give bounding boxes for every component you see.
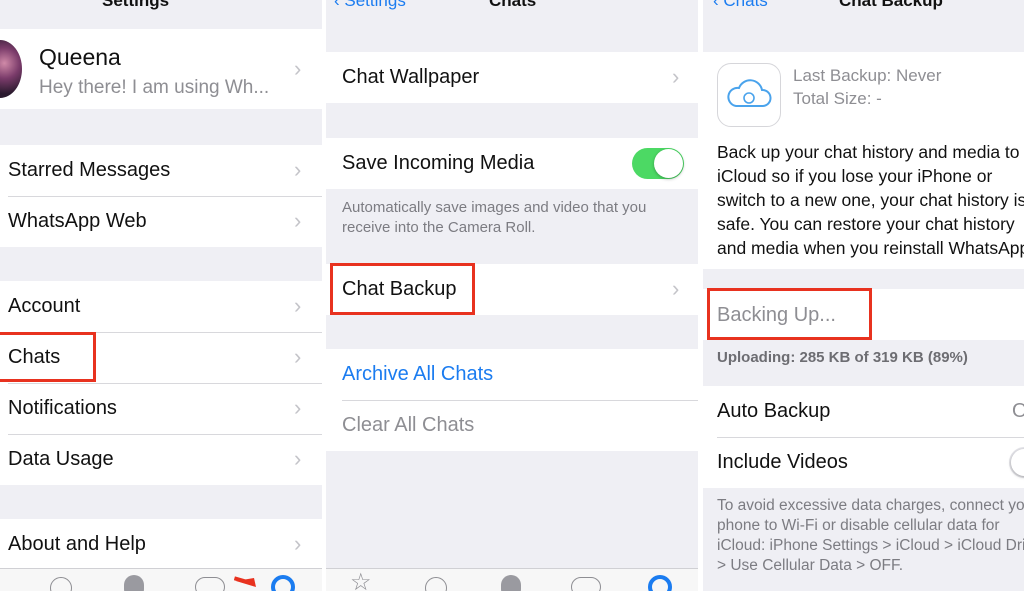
chevron-right-icon: › [294, 293, 302, 318]
chevron-right-icon: › [294, 56, 302, 81]
back-button[interactable]: ‹ Settings [334, 0, 406, 11]
settings-panel: Settings Queena Hey there! I am using Wh… [0, 0, 322, 591]
list-item-label: Notifications [8, 397, 117, 419]
icloud-icon [717, 63, 781, 127]
backup-info-card: Last Backup: Never Total Size: - Back up… [703, 52, 1024, 269]
list-item-label: About and Help [8, 533, 146, 555]
last-backup-label: Last Backup: Never [793, 66, 942, 85]
clock-icon[interactable] [425, 577, 447, 591]
chevron-right-icon: › [294, 157, 302, 182]
tab-bar: ☆ [326, 568, 698, 591]
list-item-label: Save Incoming Media [342, 152, 535, 174]
list-item-about-and-help[interactable]: About and Help › [0, 519, 322, 569]
chevron-right-icon: › [294, 344, 302, 369]
list-item-label: Account [8, 295, 81, 317]
chevron-right-icon: › [294, 446, 302, 471]
chevron-left-icon: ‹ [713, 0, 724, 10]
chevron-right-icon: › [294, 531, 302, 556]
list-item-whatsapp-web[interactable]: WhatsApp Web › [0, 196, 322, 247]
highlight-box [707, 288, 872, 340]
chat-backup-panel: ‹ Chats Chat Backup Last Backup: Never T… [703, 0, 1024, 591]
profile-name: Queena [39, 44, 121, 70]
group-starred: Starred Messages › WhatsApp Web › [0, 145, 322, 247]
list-item-account[interactable]: Account › [0, 281, 322, 332]
toggle-knob [654, 149, 683, 178]
list-item-label: Clear All Chats [342, 414, 475, 436]
avatar [0, 40, 22, 98]
chevron-right-icon: › [672, 64, 680, 89]
chevron-right-icon: › [294, 208, 302, 233]
data-charges-footer: To avoid excessive data charges, connect… [717, 497, 1024, 574]
upload-progress-text: Uploading: 285 KB of 319 KB (89%) [717, 349, 968, 366]
group-account: Account › Chats › Notifications › Data U… [0, 281, 322, 485]
toggle-knob [1011, 449, 1024, 476]
list-item-label: Data Usage [8, 448, 114, 470]
backup-description: Back up your chat history and media to i… [717, 142, 1024, 258]
settings-icon[interactable] [648, 575, 672, 591]
list-item-data-usage[interactable]: Data Usage › [0, 434, 322, 485]
camera-icon[interactable] [124, 575, 144, 591]
media-footer: Automatically save images and video that… [342, 199, 647, 236]
settings-icon[interactable] [271, 575, 295, 591]
list-item-save-incoming-media: Save Incoming Media [326, 138, 698, 189]
group-auto-backup: Auto Backup Off Include Videos [703, 386, 1024, 488]
include-videos-toggle[interactable] [1009, 447, 1024, 478]
profile-status: Hey there! I am using Wh... [39, 77, 270, 98]
list-item-notifications[interactable]: Notifications › [0, 383, 322, 434]
list-item-include-videos: Include Videos [703, 437, 1024, 488]
chevron-left-icon: ‹ [334, 0, 345, 10]
chevron-right-icon: › [672, 276, 680, 301]
archive-all-chats-button[interactable]: Archive All Chats [326, 349, 698, 400]
profile-row[interactable]: Queena Hey there! I am using Wh... › [0, 29, 322, 109]
nav-title: Chat Backup [839, 0, 943, 10]
back-button[interactable]: ‹ Chats [713, 0, 768, 11]
list-item-auto-backup[interactable]: Auto Backup Off [703, 386, 1024, 437]
highlight-box [330, 263, 475, 315]
clear-all-chats-button[interactable]: Clear All Chats [326, 400, 698, 451]
camera-icon[interactable] [501, 575, 521, 591]
chats-icon[interactable] [571, 577, 601, 591]
list-item-label: Chat Wallpaper [342, 66, 480, 88]
nav-title: Settings [102, 0, 170, 10]
list-item-label: WhatsApp Web [8, 210, 147, 232]
list-item-starred-messages[interactable]: Starred Messages › [0, 145, 322, 196]
clock-icon[interactable] [50, 577, 72, 591]
chats-icon[interactable] [195, 577, 225, 591]
chats-settings-panel: ‹ Settings Chats Chat Wallpaper › Save I… [326, 0, 698, 591]
group-archive: Archive All Chats Clear All Chats [326, 349, 698, 451]
auto-backup-value: Off [1012, 400, 1024, 422]
total-size-label: Total Size: - [793, 89, 882, 108]
highlight-box [0, 332, 96, 382]
tab-bar [0, 568, 322, 591]
nav-title: Chats [489, 0, 537, 10]
star-icon[interactable]: ☆ [350, 571, 372, 591]
list-item-label: Include Videos [717, 451, 848, 473]
chevron-right-icon: › [294, 395, 302, 420]
list-item-label: Starred Messages [8, 159, 171, 181]
save-media-toggle[interactable] [632, 148, 684, 179]
list-item-label: Archive All Chats [342, 363, 494, 385]
arrow-annotation-icon [234, 576, 256, 587]
list-item-chat-wallpaper[interactable]: Chat Wallpaper › [326, 52, 698, 103]
list-item-label: Auto Backup [717, 400, 831, 422]
